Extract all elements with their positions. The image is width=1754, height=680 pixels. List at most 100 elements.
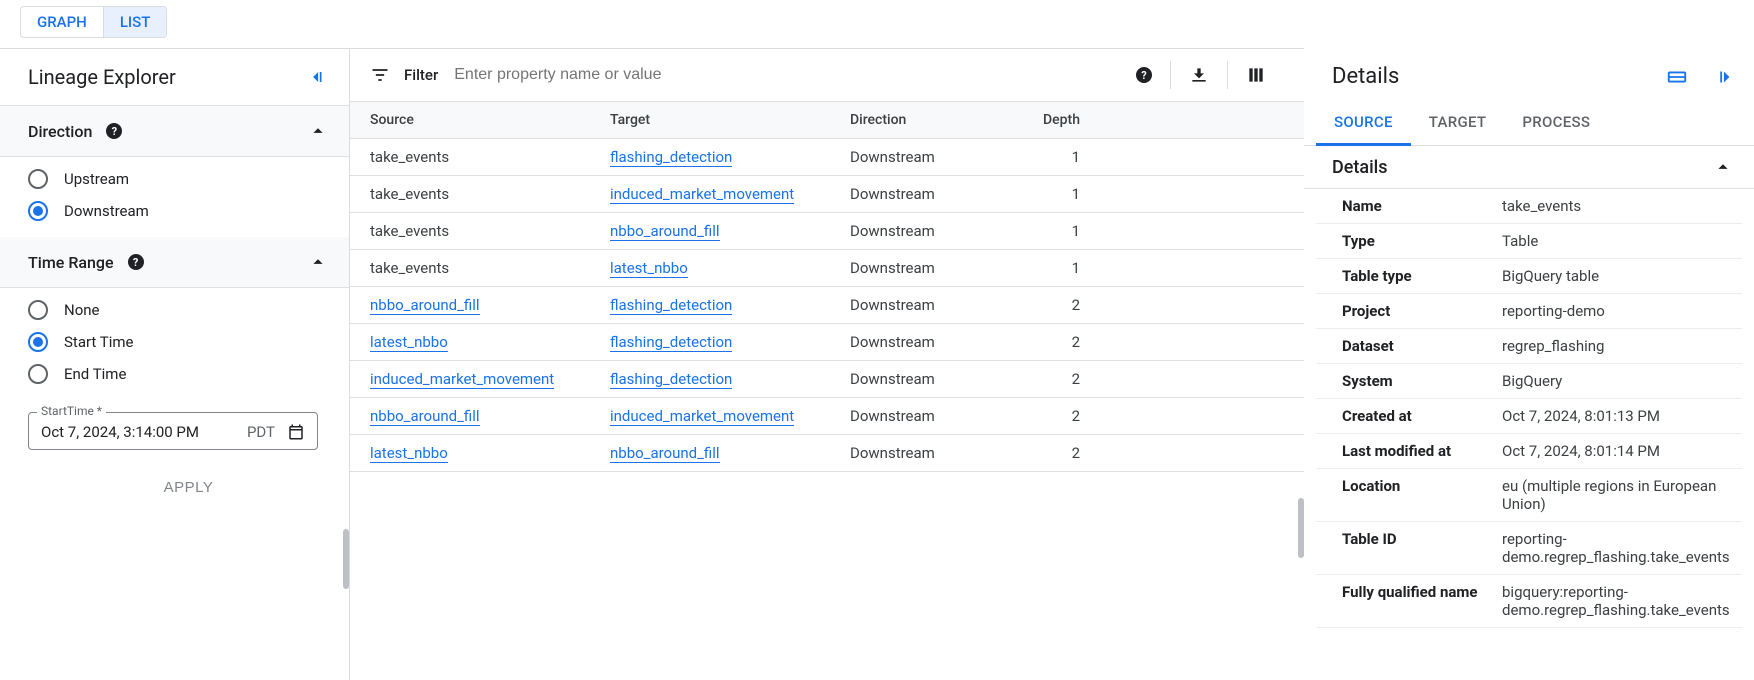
cell-target[interactable]: nbbo_around_fill	[610, 222, 720, 241]
cell-source: take_events	[370, 148, 449, 166]
expand-right-icon[interactable]	[1712, 66, 1734, 88]
detail-key: Table ID	[1342, 530, 1502, 566]
detail-value: BigQuery table	[1502, 267, 1742, 285]
collapse-left-icon[interactable]	[309, 67, 329, 87]
radio-label: Start Time	[64, 333, 133, 351]
table-row: take_eventslatest_nbboDownstream1	[350, 250, 1304, 287]
left-panel: Lineage Explorer Direction ? Upstream	[0, 48, 350, 680]
table-row: take_eventsflashing_detectionDownstream1	[350, 139, 1304, 176]
detail-value: reporting-demo	[1502, 302, 1742, 320]
cell-target[interactable]: latest_nbbo	[610, 259, 688, 278]
help-icon[interactable]: ?	[128, 254, 144, 270]
cell-target[interactable]: nbbo_around_fill	[610, 444, 720, 463]
direction-section-header[interactable]: Direction ?	[0, 106, 349, 157]
cell-source[interactable]: nbbo_around_fill	[370, 407, 480, 426]
filter-label: Filter	[404, 66, 438, 84]
lineage-table: Source Target Direction Depth take_event…	[350, 101, 1304, 472]
col-header-direction[interactable]: Direction	[850, 112, 1020, 128]
radio-downstream[interactable]: Downstream	[28, 201, 329, 221]
detail-row: Table typeBigQuery table	[1316, 259, 1742, 294]
detail-row: Datasetregrep_flashing	[1316, 329, 1742, 364]
col-header-depth[interactable]: Depth	[1020, 112, 1080, 128]
tab-list[interactable]: LIST	[104, 7, 167, 37]
help-icon[interactable]: ?	[106, 123, 122, 139]
left-panel-title: Lineage Explorer	[28, 65, 176, 89]
detail-row: Locationeu (multiple regions in European…	[1316, 469, 1742, 522]
cell-target[interactable]: flashing_detection	[610, 333, 732, 352]
cell-target[interactable]: flashing_detection	[610, 296, 732, 315]
filter-icon	[370, 65, 390, 85]
fullscreen-icon[interactable]	[1666, 66, 1688, 88]
scrollbar-thumb[interactable]	[1298, 498, 1304, 558]
radio-label: Upstream	[64, 170, 129, 188]
center-panel: Filter ? Source Target	[350, 48, 1304, 680]
cell-source[interactable]: latest_nbbo	[370, 444, 448, 463]
cell-direction: Downstream	[850, 370, 1020, 388]
detail-key: Type	[1342, 232, 1502, 250]
cell-depth: 2	[1020, 333, 1080, 351]
table-row: take_eventsnbbo_around_fillDownstream1	[350, 213, 1304, 250]
detail-row: Fully qualified namebigquery:reporting-d…	[1316, 575, 1742, 628]
cell-depth: 2	[1020, 370, 1080, 388]
details-sub-header[interactable]: Details	[1304, 146, 1754, 189]
detail-value: take_events	[1502, 197, 1742, 215]
details-title: Details	[1332, 64, 1399, 89]
col-header-source[interactable]: Source	[370, 112, 610, 128]
tab-graph[interactable]: GRAPH	[21, 7, 104, 37]
detail-value: bigquery:reporting-demo.regrep_flashing.…	[1502, 583, 1742, 619]
radio-start-time[interactable]: Start Time	[28, 332, 329, 352]
chevron-up-icon	[307, 251, 329, 273]
detail-row: Projectreporting-demo	[1316, 294, 1742, 329]
cell-depth: 1	[1020, 185, 1080, 203]
starttime-value: Oct 7, 2024, 3:14:00 PM	[41, 423, 247, 441]
radio-icon	[28, 364, 48, 384]
chevron-up-icon	[1712, 156, 1734, 178]
direction-label: Direction	[28, 122, 92, 141]
radio-end-time[interactable]: End Time	[28, 364, 329, 384]
detail-key: System	[1342, 372, 1502, 390]
filter-input[interactable]	[452, 65, 1104, 85]
cell-direction: Downstream	[850, 148, 1020, 166]
starttime-field[interactable]: StartTime * Oct 7, 2024, 3:14:00 PM PDT	[28, 412, 318, 450]
detail-tab-process[interactable]: PROCESS	[1504, 101, 1608, 145]
detail-key: Name	[1342, 197, 1502, 215]
view-tabbar: GRAPH LIST	[0, 0, 1754, 48]
download-icon[interactable]	[1171, 65, 1227, 85]
table-row: nbbo_around_fill flashing_detection Downst…	[350, 287, 1304, 324]
radio-icon	[28, 332, 48, 352]
timerange-radio-group: None Start Time End Time	[0, 288, 349, 400]
cell-source[interactable]: nbbo_around_fill	[370, 296, 480, 315]
cell-source: take_events	[370, 222, 449, 240]
apply-button[interactable]: APPLY	[28, 478, 349, 497]
cell-source[interactable]: latest_nbbo	[370, 333, 448, 352]
radio-upstream[interactable]: Upstream	[28, 169, 329, 189]
calendar-icon[interactable]	[287, 423, 305, 441]
cell-target[interactable]: induced_market_movement	[610, 407, 794, 426]
timerange-label: Time Range	[28, 253, 114, 272]
detail-tab-target[interactable]: TARGET	[1411, 101, 1505, 145]
detail-key: Location	[1342, 477, 1502, 513]
scrollbar-thumb[interactable]	[343, 529, 349, 589]
cell-depth: 2	[1020, 296, 1080, 314]
help-icon[interactable]: ?	[1118, 67, 1170, 83]
detail-row: Nametake_events	[1316, 189, 1742, 224]
detail-tab-source[interactable]: SOURCE	[1316, 101, 1411, 146]
cell-direction: Downstream	[850, 185, 1020, 203]
table-row: nbbo_around_fillinduced_market_movementD…	[350, 398, 1304, 435]
table-row: induced_market_movement flashing_detectio…	[350, 361, 1304, 398]
radio-none[interactable]: None	[28, 300, 329, 320]
cell-target[interactable]: flashing_detection	[610, 148, 732, 167]
cell-depth: 2	[1020, 444, 1080, 462]
detail-row: Table IDreporting-demo.regrep_flashing.t…	[1316, 522, 1742, 575]
cell-target[interactable]: induced_market_movement	[610, 185, 794, 204]
timerange-section-header[interactable]: Time Range ?	[0, 237, 349, 288]
col-header-target[interactable]: Target	[610, 112, 850, 128]
columns-icon[interactable]	[1228, 65, 1284, 85]
detail-row: Last modified atOct 7, 2024, 8:01:14 PM	[1316, 434, 1742, 469]
cell-direction: Downstream	[850, 259, 1020, 277]
cell-direction: Downstream	[850, 296, 1020, 314]
cell-target[interactable]: flashing_detection	[610, 370, 732, 389]
table-header-row: Source Target Direction Depth	[350, 101, 1304, 139]
table-row: latest_nbbonbbo_around_fillDownstream2	[350, 435, 1304, 472]
cell-source[interactable]: induced_market_movement	[370, 370, 554, 389]
